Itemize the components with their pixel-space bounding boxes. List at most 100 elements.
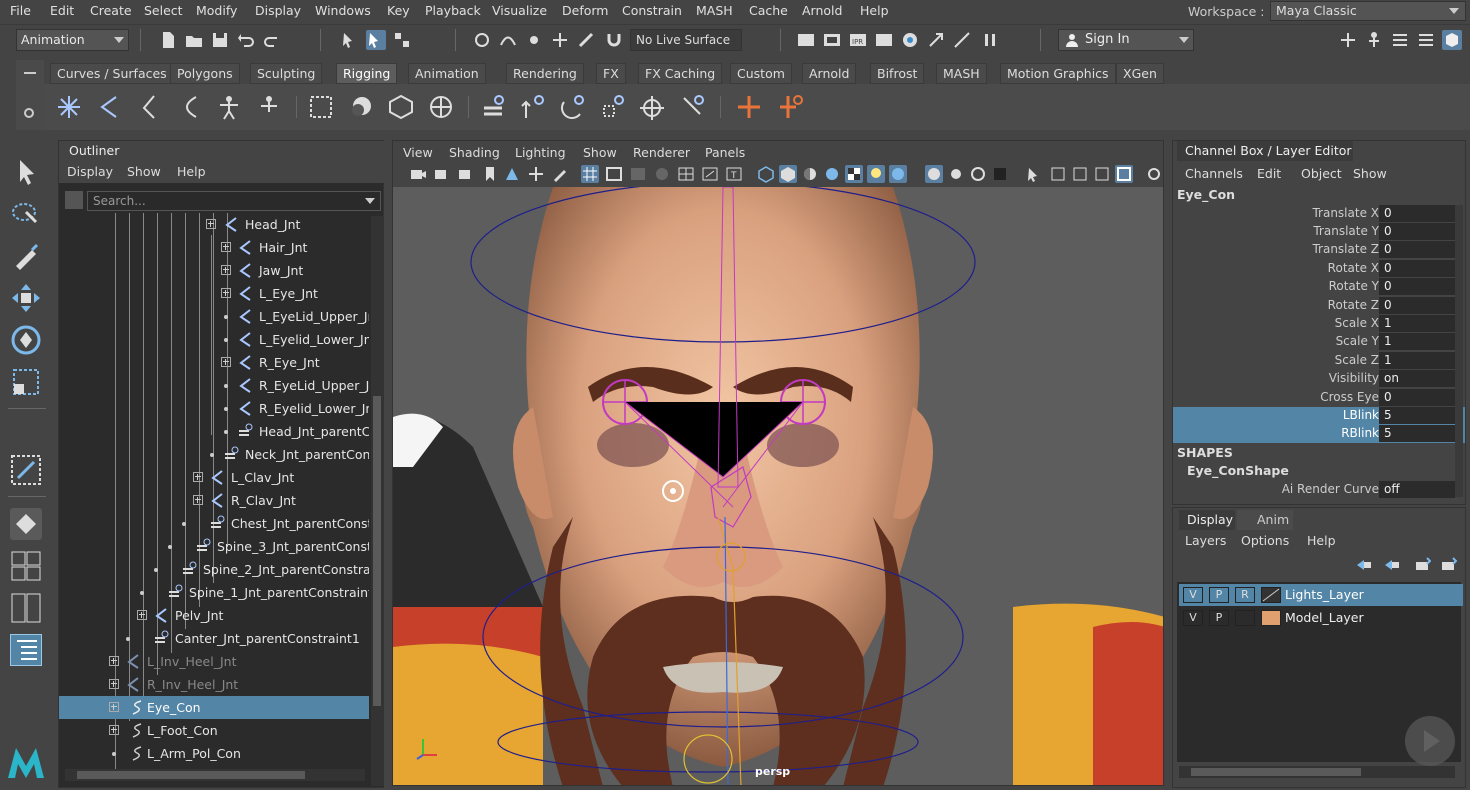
scale-tool-icon[interactable] xyxy=(10,366,42,398)
menu-key[interactable]: Key xyxy=(387,3,410,18)
outliner-menu-show[interactable]: Show xyxy=(127,164,161,179)
shadows-icon[interactable] xyxy=(889,165,907,183)
tab-motion-graphics[interactable]: Motion Graphics xyxy=(1000,63,1116,84)
list-item[interactable]: R_Eye_Jnt xyxy=(59,351,369,374)
locator-constraint-icon[interactable] xyxy=(778,94,804,120)
hud-icon[interactable] xyxy=(1115,165,1133,183)
use-all-lights-icon[interactable] xyxy=(867,165,885,183)
cb-menu-show[interactable]: Show xyxy=(1353,166,1387,181)
tab-arnold[interactable]: Arnold xyxy=(802,63,857,84)
snap-curve-icon[interactable] xyxy=(498,30,518,50)
magnet-icon[interactable] xyxy=(604,30,624,50)
arnold-render-icon[interactable] xyxy=(926,30,946,50)
sign-in-button[interactable]: Sign In xyxy=(1058,29,1194,51)
menu-visualize[interactable]: Visualize xyxy=(492,3,547,18)
menu-playback[interactable]: Playback xyxy=(425,3,481,18)
filter-icon[interactable] xyxy=(65,191,83,209)
list-item[interactable]: Neck_Jnt_parentCons xyxy=(59,443,369,466)
menu-set-select[interactable]: Animation xyxy=(16,29,129,51)
depth-of-field-icon[interactable] xyxy=(991,165,1009,183)
tool-settings-icon[interactable] xyxy=(1416,30,1436,50)
camera-icon[interactable] xyxy=(409,165,427,183)
shelf-menu-icon[interactable] xyxy=(24,72,36,74)
channel-row-selected[interactable]: LBlink 5 xyxy=(1173,407,1465,425)
character-controls-icon[interactable] xyxy=(1364,30,1384,50)
viewport-canvas[interactable]: persp xyxy=(393,187,1163,785)
textured-icon[interactable] xyxy=(845,165,863,183)
move-layer-down-icon[interactable] xyxy=(1383,556,1401,574)
paint-select-tool-icon[interactable] xyxy=(10,240,42,272)
field-chart-icon[interactable] xyxy=(677,165,695,183)
tab-rigging[interactable]: Rigging xyxy=(336,63,398,84)
tab-rendering[interactable]: Rendering xyxy=(506,63,584,84)
xray-joints-icon[interactable] xyxy=(1071,165,1089,183)
snap-point-icon[interactable] xyxy=(524,30,544,50)
reference-toggle[interactable] xyxy=(1235,610,1255,626)
skeleton-icon[interactable] xyxy=(256,94,282,120)
tab-xgen[interactable]: XGen xyxy=(1116,63,1164,84)
xray-icon[interactable] xyxy=(1049,165,1067,183)
list-item-selected[interactable]: Eye_Con xyxy=(59,696,369,719)
xray-components-icon[interactable] xyxy=(1093,165,1111,183)
tab-bifrost[interactable]: Bifrost xyxy=(870,63,925,84)
bind-skin-icon[interactable] xyxy=(308,94,334,120)
save-scene-icon[interactable] xyxy=(210,30,230,50)
list-item[interactable]: Hair_Jnt xyxy=(59,236,369,259)
list-item[interactable]: Jaw_Jnt xyxy=(59,259,369,282)
tab-anim-layers[interactable]: Anim xyxy=(1237,510,1293,530)
channel-box-toggle-icon[interactable] xyxy=(1442,30,1462,50)
outliner-search-input[interactable]: Search... xyxy=(87,191,381,211)
list-item[interactable]: L_Arm_Pol_Con xyxy=(59,742,369,765)
lasso-tool-icon[interactable] xyxy=(10,198,42,230)
list-item[interactable]: R_EyeLid_Upper_Jn xyxy=(59,374,369,397)
pole-vector-constraint-icon[interactable] xyxy=(680,94,706,120)
viewport-menu-view[interactable]: View xyxy=(403,145,433,160)
list-item[interactable]: Spine_1_Jnt_parentConstraint1 xyxy=(59,581,369,604)
resolution-gate-icon[interactable] xyxy=(629,165,647,183)
channel-row[interactable]: Cross Eye 0 xyxy=(1173,389,1465,407)
paint-weights-icon[interactable] xyxy=(348,94,374,120)
channel-row[interactable]: Rotate Z0 xyxy=(1173,297,1465,315)
joint-star-icon[interactable] xyxy=(56,94,82,120)
live-surface-field[interactable]: No Live Surface xyxy=(630,29,742,51)
tab-polygons[interactable]: Polygons xyxy=(170,63,240,84)
safe-title-icon[interactable]: T xyxy=(725,165,743,183)
outliner-menu-help[interactable]: Help xyxy=(177,164,206,179)
camera-attributes-icon[interactable] xyxy=(457,165,475,183)
channel-row[interactable]: Translate X0 xyxy=(1173,205,1465,223)
safe-action-icon[interactable] xyxy=(701,165,719,183)
tab-fx-caching[interactable]: FX Caching xyxy=(638,63,723,84)
tab-sculpting[interactable]: Sculpting xyxy=(250,63,323,84)
menu-create[interactable]: Create xyxy=(90,3,132,18)
channel-box-title[interactable]: Channel Box / Layer Editor xyxy=(1177,141,1353,161)
open-scene-icon[interactable] xyxy=(184,30,204,50)
viewport-menu-lighting[interactable]: Lighting xyxy=(515,145,566,160)
visibility-toggle[interactable]: V xyxy=(1183,610,1203,626)
list-item[interactable]: L_Foot_Con xyxy=(59,719,369,742)
tab-animation[interactable]: Animation xyxy=(408,63,486,84)
viewport-menu-shading[interactable]: Shading xyxy=(449,145,500,160)
new-layer-icon[interactable] xyxy=(1413,556,1432,574)
wireframe-on-shaded-icon[interactable] xyxy=(823,165,841,183)
wireframe-icon[interactable] xyxy=(757,165,775,183)
default-material-icon[interactable] xyxy=(801,165,819,183)
list-item[interactable]: Spine_2_Jnt_parentConstrain xyxy=(59,558,369,581)
list-item[interactable]: L_Eyelid_Lower_Jnt xyxy=(59,328,369,351)
list-item[interactable]: Head_Jnt xyxy=(59,213,369,236)
isolate-select-icon[interactable] xyxy=(1025,165,1043,183)
list-item[interactable]: R_Clav_Jnt xyxy=(59,489,369,512)
tab-curves-surfaces[interactable]: Curves / Surfaces xyxy=(50,63,174,84)
menu-edit[interactable]: Edit xyxy=(50,3,74,18)
locator-icon[interactable] xyxy=(736,94,762,120)
channel-box-scrollbar[interactable] xyxy=(1455,205,1463,497)
list-item[interactable]: L_Inv_Heel_Jnt xyxy=(59,650,369,673)
make-live-icon[interactable] xyxy=(576,30,596,50)
list-item[interactable]: Chest_Jnt_parentConstr xyxy=(59,512,369,535)
select-tool-icon[interactable] xyxy=(10,156,42,188)
point-constraint-icon[interactable] xyxy=(520,94,546,120)
two-d-pan-icon[interactable] xyxy=(527,165,545,183)
channel-row[interactable]: Rotate Y0 xyxy=(1173,278,1465,296)
layer-color-swatch[interactable] xyxy=(1261,610,1281,626)
film-gate-icon[interactable] xyxy=(605,165,623,183)
list-item[interactable]: L_EyeLid_Upper_Jnt xyxy=(59,305,369,328)
